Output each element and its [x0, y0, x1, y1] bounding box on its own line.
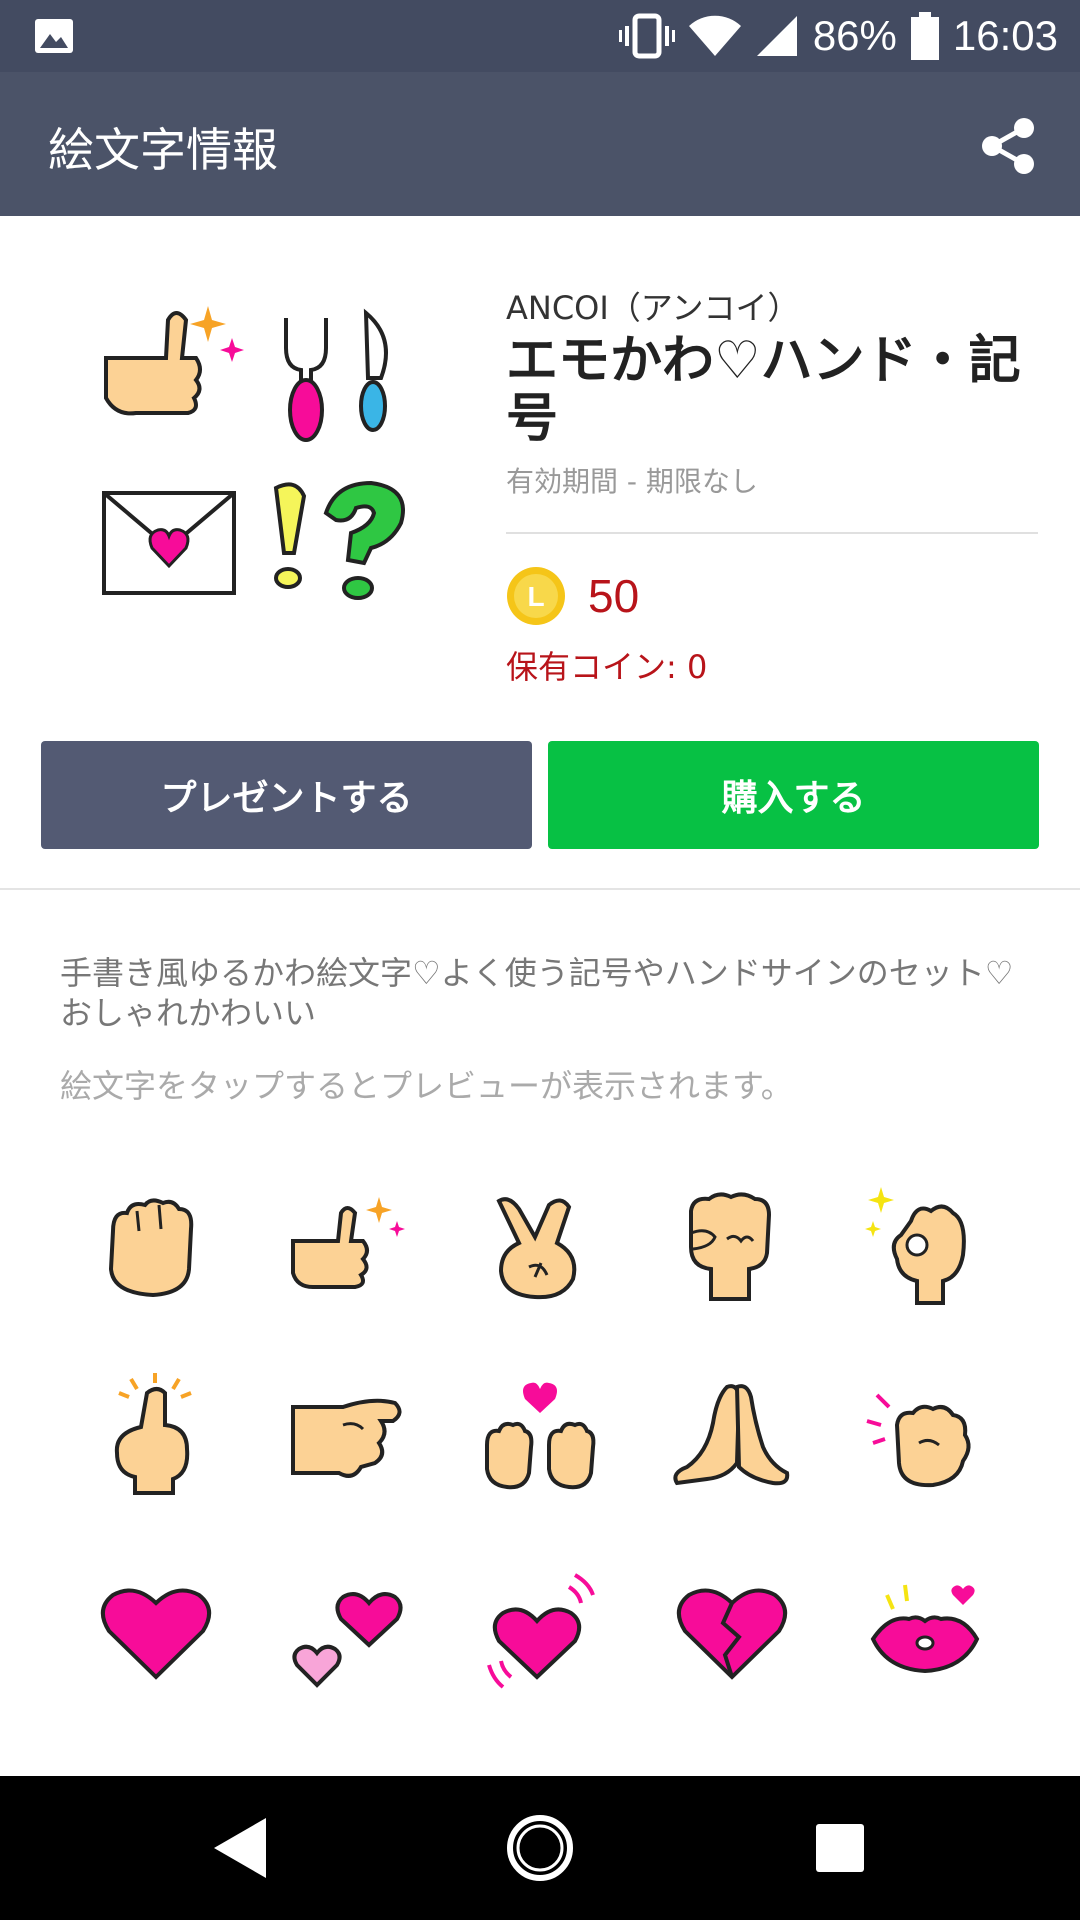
- product-title: エモかわ♡ハンド・記号: [506, 331, 1021, 449]
- emoji-knock-fist[interactable]: [828, 1342, 1020, 1534]
- home-icon[interactable]: [500, 1808, 580, 1888]
- coin-letter: L: [527, 581, 544, 612]
- thumbs-up-sparkle-emoji-icon: [291, 1197, 405, 1289]
- pink-heart-emoji-icon: [101, 1588, 211, 1680]
- clenched-fist-emoji-icon: [689, 1192, 772, 1301]
- emoji-heart-hands[interactable]: [444, 1342, 636, 1534]
- praying-hands-emoji-icon: [673, 1384, 790, 1486]
- product-description: 手書き風ゆるかわ絵文字♡よく使う記号やハンドサインのセット♡おしゃれかわいい: [60, 954, 1014, 1032]
- recents-icon[interactable]: [800, 1808, 880, 1888]
- emoji-praying-hands[interactable]: [636, 1342, 828, 1534]
- emoji-pointing-up[interactable]: [60, 1342, 252, 1534]
- clock: 16:03: [952, 12, 1058, 59]
- status-bar: 86% 16:03: [0, 0, 1080, 72]
- knock-fist-emoji-icon: [866, 1393, 971, 1488]
- price-value: 50: [588, 570, 640, 622]
- product-info: ANCOI（アンコイ） エモかわ♡ハンド・記号 有効期間 - 期限なし L 50…: [506, 288, 1040, 688]
- vibrate-icon: [618, 13, 675, 59]
- coin-icon: L: [507, 567, 565, 625]
- emoji-broken-heart[interactable]: [636, 1534, 828, 1726]
- validity-period: 有効期間 - 期限なし: [506, 465, 758, 498]
- wifi-icon: [688, 15, 741, 56]
- battery-percent: 86%: [812, 12, 897, 59]
- sparkle-icon: [220, 338, 244, 362]
- signal-icon: [756, 16, 797, 56]
- emoji-kiss-lips[interactable]: [828, 1534, 1020, 1726]
- fist-emoji-icon: [108, 1198, 194, 1298]
- pointing-up-emoji-icon: [114, 1373, 192, 1495]
- kiss-lips-emoji-icon: [870, 1584, 980, 1674]
- owned-coins: 保有コイン: 0: [506, 648, 708, 686]
- fork-knife-icon: [284, 308, 388, 442]
- page-title: 絵文字情報: [48, 123, 278, 177]
- system-nav-bar: [0, 1776, 1080, 1920]
- divider: [506, 532, 1038, 534]
- beating-heart-emoji-icon: [487, 1573, 595, 1689]
- broken-heart-emoji-icon: [677, 1588, 787, 1680]
- sparkle-icon: [190, 306, 226, 342]
- gallery-notification-icon: [35, 19, 73, 53]
- two-hearts-emoji-icon: [292, 1592, 403, 1688]
- battery-icon: [910, 12, 939, 60]
- product-thumbnail: [102, 306, 405, 600]
- app-header: 絵文字情報: [0, 72, 1080, 216]
- emoji-beating-heart[interactable]: [444, 1534, 636, 1726]
- emoji-peace-sign[interactable]: [444, 1150, 636, 1342]
- peace-sign-emoji-icon: [496, 1197, 577, 1300]
- emoji-thumbs-up-sparkle[interactable]: [252, 1150, 444, 1342]
- share-icon[interactable]: [980, 116, 1036, 176]
- envelope-icon: [102, 491, 236, 595]
- emoji-clenched-fist[interactable]: [636, 1150, 828, 1342]
- back-icon[interactable]: [200, 1808, 280, 1888]
- thumbs-up-icon: [104, 311, 202, 416]
- author-name[interactable]: ANCOI（アンコイ）: [506, 288, 1040, 328]
- emoji-pointing-right[interactable]: [252, 1342, 444, 1534]
- price-row: L 50: [506, 566, 1040, 626]
- heart-hands-emoji-icon: [485, 1382, 596, 1490]
- emoji-pink-heart[interactable]: [60, 1534, 252, 1726]
- pointing-right-emoji-icon: [291, 1398, 402, 1478]
- preview-hint: 絵文字をタップするとプレビューが表示されます。: [60, 1067, 793, 1105]
- emoji-fist[interactable]: [60, 1150, 252, 1342]
- section-divider: [0, 888, 1080, 890]
- buy-button[interactable]: 購入する: [548, 741, 1039, 849]
- exclamation-question-icon: [273, 480, 405, 600]
- emoji-two-hearts[interactable]: [252, 1534, 444, 1726]
- present-button[interactable]: プレゼントする: [41, 741, 532, 849]
- emoji-ok-sign-sparkle[interactable]: [828, 1150, 1020, 1342]
- ok-sign-sparkle-emoji-icon: [865, 1187, 966, 1305]
